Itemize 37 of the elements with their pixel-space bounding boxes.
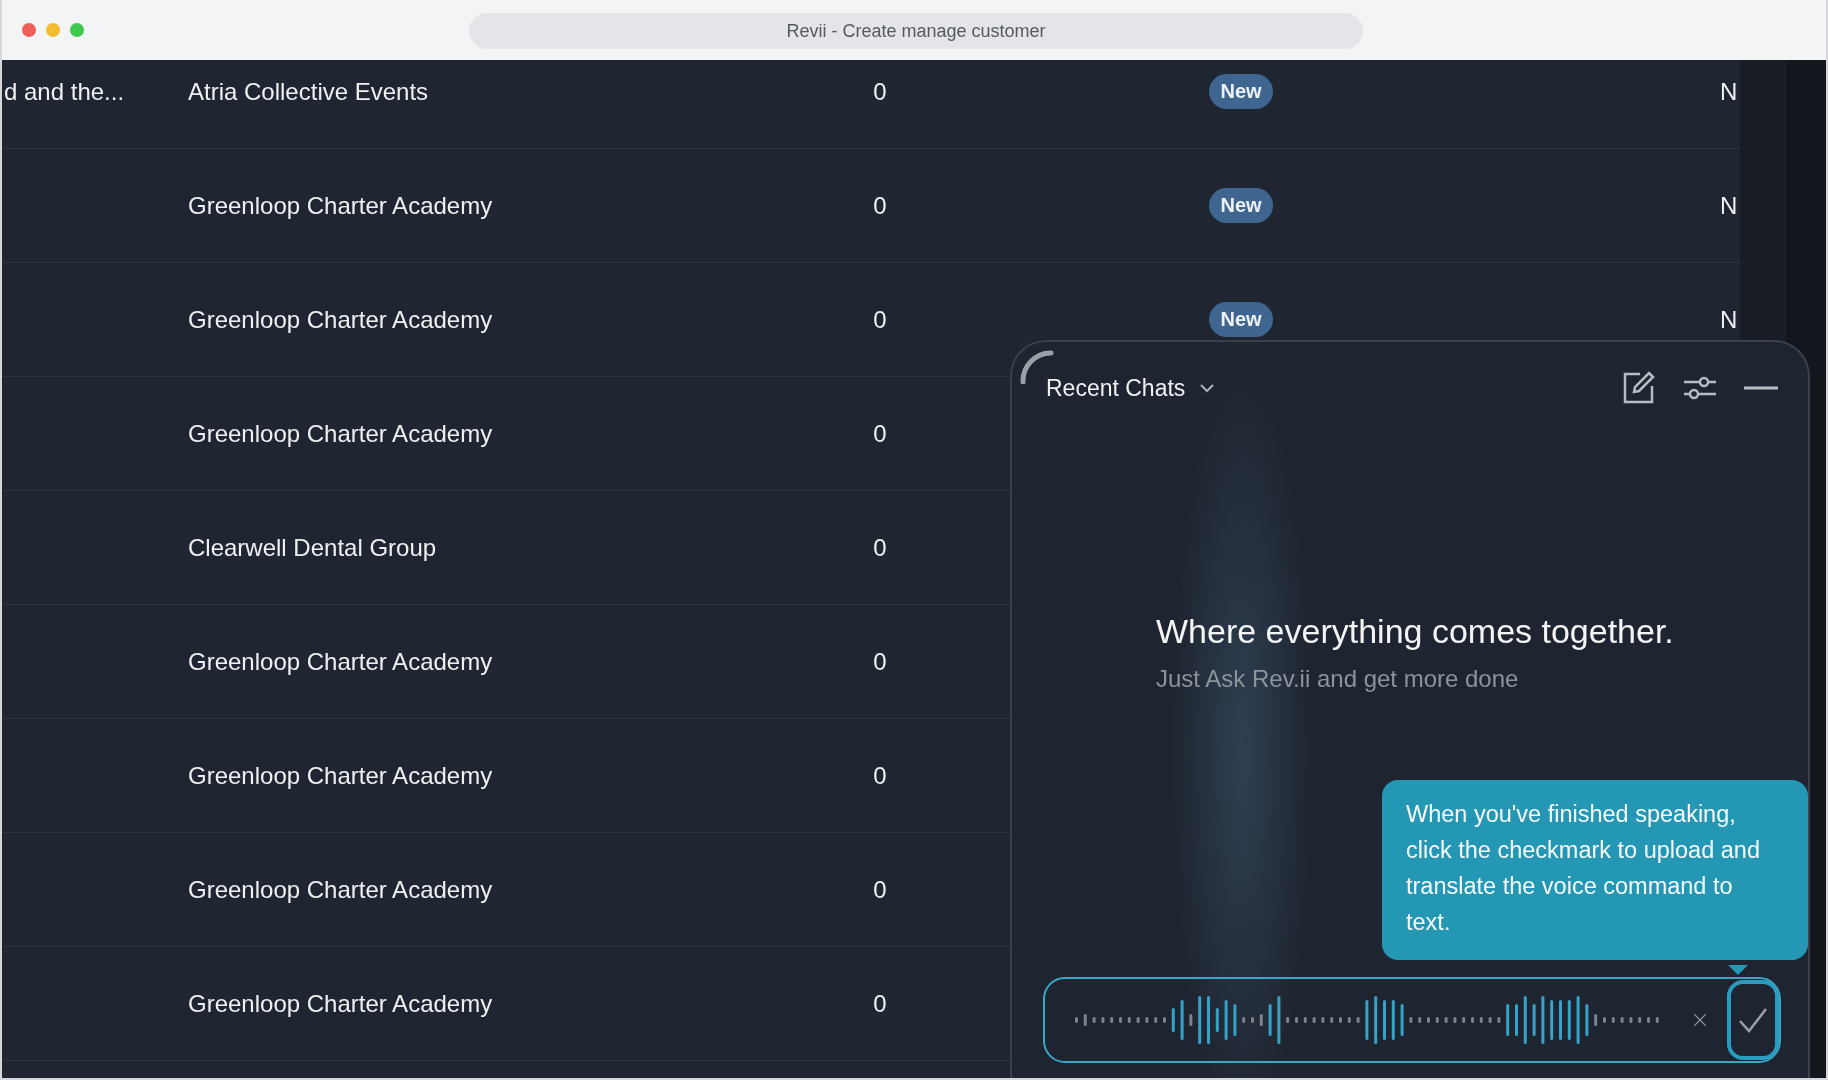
table-cell: 0 (873, 191, 887, 219)
table-cell: Greenloop Charter Academy (188, 419, 493, 447)
status-badge: New (1209, 302, 1273, 337)
status-badge: New (1209, 188, 1273, 223)
table-cell: 0 (873, 875, 887, 903)
window-title: Revii - Create manage customer (469, 13, 1363, 49)
table-cell: Greenloop Charter Academy (188, 761, 493, 789)
tooltip-pointer-icon (1728, 965, 1748, 975)
confirm-button[interactable] (1727, 980, 1779, 1060)
minimize-icon[interactable] (1744, 385, 1778, 391)
table-cell: Greenloop Charter Academy (188, 875, 493, 903)
checkmark-icon (1737, 1006, 1769, 1034)
table-cell: 0 (873, 647, 887, 675)
close-button[interactable] (22, 23, 36, 37)
table-cell: Greenloop Charter Academy (188, 305, 493, 333)
table-cell: 0 (873, 77, 887, 105)
table-cell: Greenloop Charter Academy (188, 647, 493, 675)
tooltip: When you've finished speaking, click the checkmark to upload and translate the voice command to text. (1382, 780, 1808, 960)
table-cell: Atria Collective Events (188, 77, 429, 105)
table-cell: Greenloop Charter Academy (188, 191, 493, 219)
voice-input[interactable] (1043, 977, 1781, 1063)
table-cell: d and the... (4, 77, 125, 105)
chevron-down-icon (1199, 383, 1216, 393)
table-cell: 0 (873, 419, 887, 447)
subtitle: Just Ask Rev.ii and get more done (1156, 665, 1520, 693)
recent-chats-dropdown[interactable]: Recent Chats (1046, 374, 1216, 402)
headline: Where everything comes together. (1156, 612, 1675, 651)
table-cell: 0 (873, 989, 887, 1017)
table-cell: Clearwell Dental Group (188, 533, 437, 561)
table-cell: 0 (873, 533, 887, 561)
table-cell: Greenloop Charter Academy (188, 989, 493, 1017)
status-badge: New (1209, 74, 1273, 109)
table-cell: 0 (873, 761, 887, 789)
table-cell: N (1720, 77, 1738, 105)
table-cell: 0 (873, 305, 887, 333)
table-cell: N (1720, 191, 1738, 219)
table-cell: N (1720, 305, 1738, 333)
